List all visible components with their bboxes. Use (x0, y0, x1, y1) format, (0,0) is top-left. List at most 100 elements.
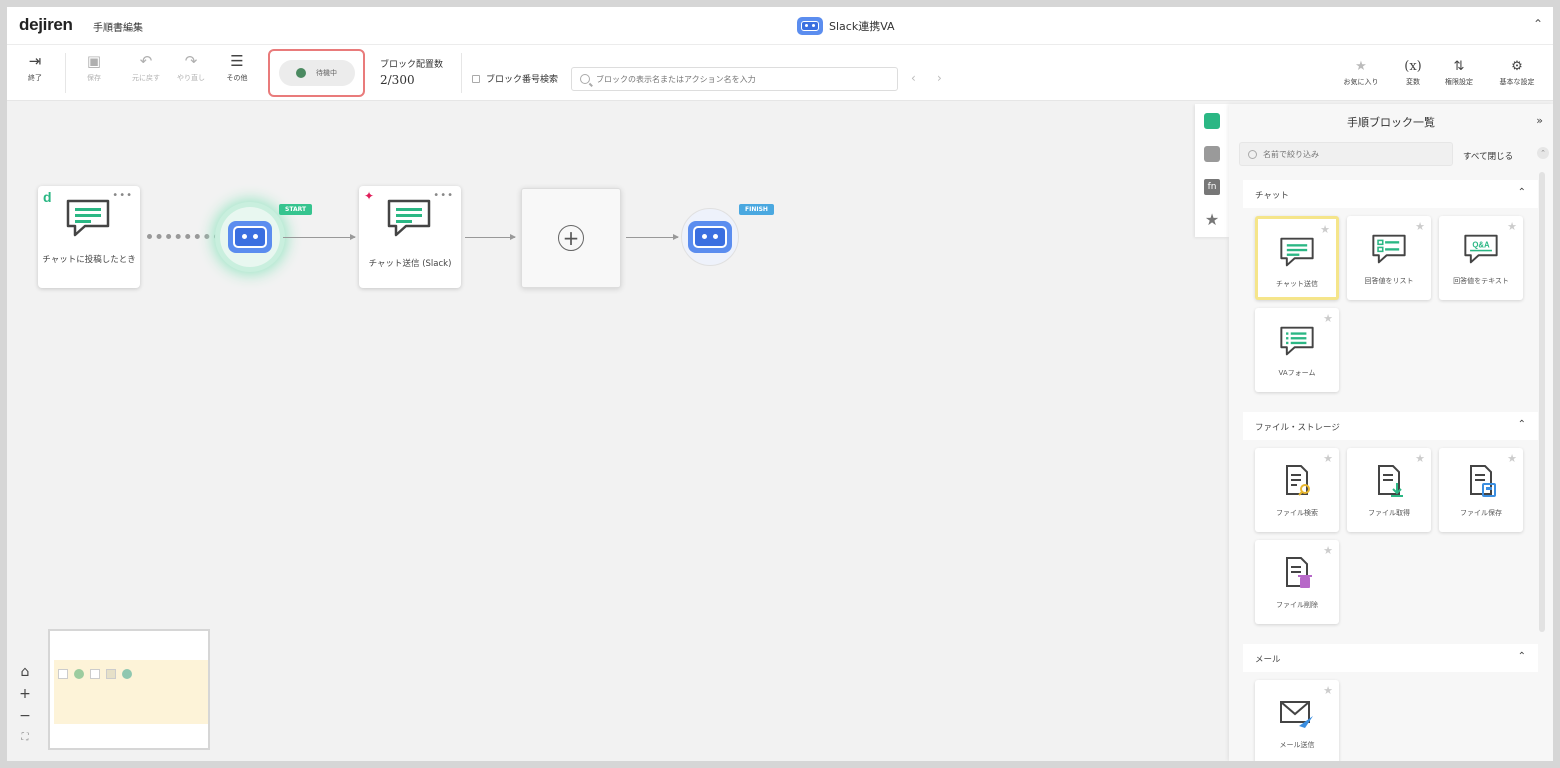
favorites-button[interactable]: ★ お気に入り (1341, 59, 1381, 87)
favorite-star-icon[interactable]: ★ (1415, 452, 1425, 465)
category-header-mail[interactable]: メール ⌃ (1243, 644, 1538, 672)
bot-icon (688, 221, 732, 253)
favorite-star-icon[interactable]: ★ (1323, 312, 1333, 325)
block-card-file-search[interactable]: ★ ファイル検索 (1255, 448, 1339, 532)
favorite-star-icon[interactable]: ★ (1507, 220, 1517, 233)
minimap-node (106, 669, 116, 679)
slack-chat-node[interactable]: ✦ ••• チャット送信 (Slack) (359, 186, 461, 288)
chevron-up-icon: ⌃ (1517, 419, 1526, 430)
zoom-out-icon[interactable]: − (13, 705, 37, 727)
bot-icon (228, 221, 272, 253)
block-card-label: ファイル検索 (1276, 509, 1318, 517)
form-bubble-icon (1280, 326, 1314, 356)
exit-button[interactable]: ⇥ 終了 (15, 51, 55, 83)
status-dot-icon (296, 68, 306, 78)
exit-label: 終了 (28, 74, 42, 82)
block-search-input[interactable] (596, 74, 876, 84)
node-menu-icon[interactable]: ••• (112, 190, 133, 201)
panel-search-field[interactable] (1239, 142, 1453, 166)
search-icon (1248, 149, 1257, 159)
favorite-star-icon[interactable]: ★ (1323, 452, 1333, 465)
settings-label: 基本な設定 (1499, 78, 1535, 86)
fit-view-icon[interactable]: ⛶ (13, 727, 37, 749)
favorite-star-icon[interactable]: ★ (1323, 544, 1333, 557)
more-button[interactable]: ☰ その他 (217, 51, 257, 83)
add-block-placeholder[interactable]: + (521, 188, 621, 288)
tab-favorites[interactable]: ★ (1195, 203, 1229, 236)
chevron-up-icon[interactable]: ⌃ (1537, 147, 1549, 159)
start-bot-node[interactable] (220, 207, 280, 267)
category-header-chat[interactable]: チャット ⌃ (1243, 180, 1538, 208)
block-count-label: ブロック配置数 (380, 60, 444, 70)
home-icon[interactable]: ⌂ (13, 661, 37, 683)
node-menu-icon[interactable]: ••• (433, 190, 454, 201)
exit-icon: ⇥ (28, 52, 42, 70)
minimap[interactable] (48, 629, 210, 750)
permission-button[interactable]: ⇅ 権限設定 (1439, 59, 1479, 87)
workflow-title-text: Slack連携VA (829, 20, 895, 33)
chevron-up-icon[interactable]: ⌃ (1533, 17, 1543, 31)
trigger-node[interactable]: d ••• チャットに投稿したとき (38, 186, 140, 288)
favorite-star-icon[interactable]: ★ (1415, 220, 1425, 233)
panel-tab-rail: fn ★ (1195, 104, 1229, 237)
favorite-star-icon[interactable]: ★ (1320, 223, 1330, 236)
block-search-field[interactable] (571, 67, 898, 91)
category-label: ファイル・ストレージ (1255, 423, 1340, 433)
block-card-mail-send[interactable]: ★ メール送信 (1255, 680, 1339, 761)
more-label: その他 (226, 74, 248, 82)
close-all-button[interactable]: すべて閉じる (1463, 150, 1513, 162)
save-button[interactable]: ▣ 保存 (74, 51, 114, 83)
tab-functions[interactable]: fn (1195, 170, 1229, 203)
favorite-star-icon[interactable]: ★ (1323, 684, 1333, 697)
tab-blocks[interactable] (1195, 104, 1229, 137)
block-card-label: 回答値をテキスト (1453, 277, 1509, 285)
trigger-node-label: チャットに投稿したとき (42, 255, 136, 265)
zoom-in-icon[interactable]: + (13, 683, 37, 705)
panel-search-input[interactable] (1263, 149, 1443, 159)
svg-text:Q&A: Q&A (1472, 240, 1490, 249)
status-highlight: 待機中 (268, 49, 365, 97)
block-card-file-save[interactable]: ★ ファイル保存 (1439, 448, 1523, 532)
minimap-node (58, 669, 68, 679)
cube-icon (1204, 112, 1220, 129)
star-icon: ★ (1355, 59, 1367, 74)
block-card-file-get[interactable]: ★ ファイル取得 (1347, 448, 1431, 532)
block-search-label: ブロック番号検索 (486, 75, 559, 85)
qa-bubble-icon: Q&A (1464, 234, 1498, 264)
block-card-label: チャット送信 (1276, 280, 1318, 288)
chat-bubble-icon (1280, 237, 1314, 267)
settings-icon: ⚙ (1511, 59, 1523, 74)
chat-bubble-icon (387, 199, 431, 237)
block-card-file-delete[interactable]: ★ ファイル削除 (1255, 540, 1339, 624)
status-label: 待機中 (316, 69, 337, 77)
panel-scrollbar[interactable] (1539, 172, 1545, 632)
slack-chat-node-label: チャット送信 (Slack) (368, 259, 452, 269)
double-chevron-right-icon[interactable]: » (1536, 114, 1543, 127)
block-card-va-form[interactable]: ★ VAフォーム (1255, 308, 1339, 392)
block-count-value: 2/300 (380, 73, 415, 87)
next-arrow-icon[interactable]: › (937, 71, 942, 85)
package-icon (1204, 145, 1220, 162)
block-search-checkbox[interactable] (472, 75, 480, 83)
favorite-star-icon[interactable]: ★ (1507, 452, 1517, 465)
slack-icon: ✦ (364, 189, 375, 203)
finish-bot-node[interactable] (681, 208, 739, 266)
start-tag: START (279, 204, 313, 215)
prev-arrow-icon[interactable]: ‹ (911, 71, 916, 85)
settings-button[interactable]: ⚙ 基本な設定 (1497, 59, 1537, 87)
redo-button[interactable]: ↷ やり直し (171, 51, 211, 83)
variables-button[interactable]: (x) 変数 (1393, 59, 1433, 87)
block-card-answer-text[interactable]: ★ Q&A 回答値をテキスト (1439, 216, 1523, 300)
list-bubble-icon (1372, 234, 1406, 264)
undo-button[interactable]: ↶ 元に戻す (126, 51, 166, 83)
tab-packages[interactable] (1195, 137, 1229, 170)
mail-send-icon (1280, 701, 1313, 728)
block-card-answer-list[interactable]: ★ 回答値をリスト (1347, 216, 1431, 300)
function-icon: fn (1204, 178, 1220, 195)
status-toggle[interactable]: 待機中 (278, 60, 355, 86)
category-header-file-storage[interactable]: ファイル・ストレージ ⌃ (1243, 412, 1538, 440)
category-label: メール (1255, 655, 1281, 665)
block-card-chat-send[interactable]: ★ チャット送信 (1255, 216, 1339, 300)
undo-label: 元に戻す (132, 74, 160, 82)
app-window: dejiren 手順書編集 Slack連携VA ⌃ ⇥ 終了 ▣ 保存 ↶ 元に… (7, 7, 1553, 761)
